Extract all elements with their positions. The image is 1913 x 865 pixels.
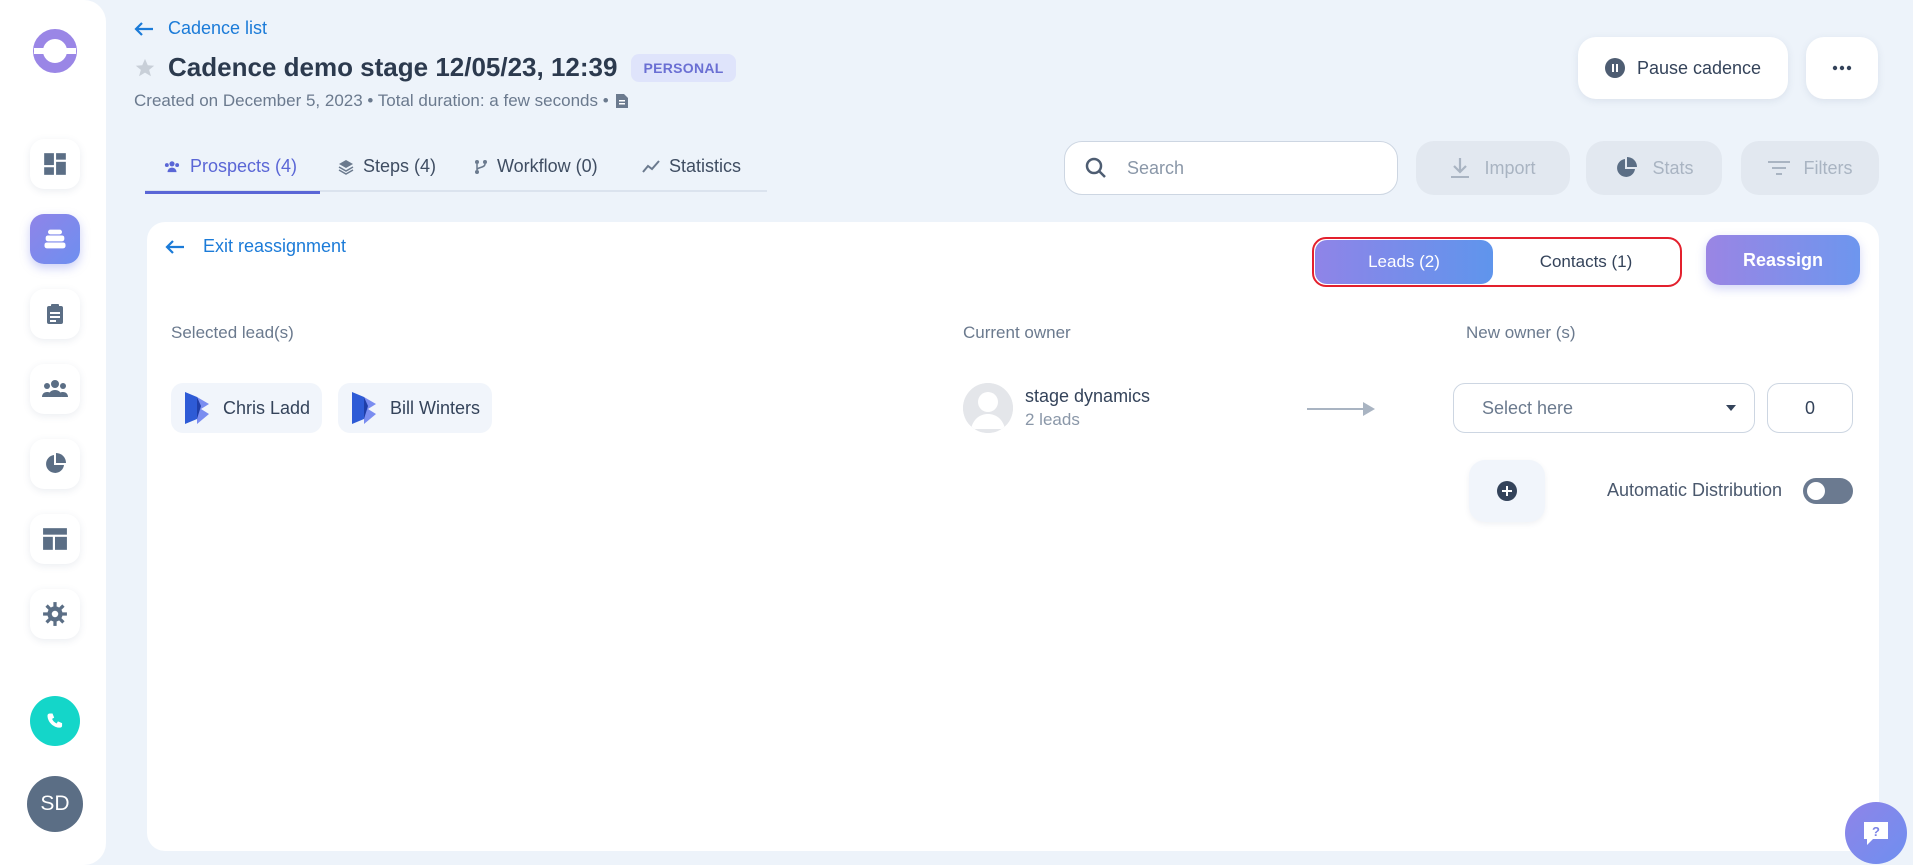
cadence-meta-text: Created on December 5, 2023 • Total dura… [134,91,609,110]
back-to-cadence-list[interactable]: Cadence list [134,18,267,39]
select-placeholder: Select here [1482,397,1574,418]
toggle-contacts[interactable]: Contacts (1) [1493,240,1679,284]
star-icon[interactable] [134,57,156,79]
tab-steps-label: Steps (4) [363,156,437,176]
tab-statistics-label: Statistics [669,156,742,176]
search-icon [1085,157,1106,178]
automatic-distribution-label: Automatic Distribution [1607,480,1783,500]
pause-cadence-label: Pause cadence [1636,57,1762,78]
chart-line-icon [642,160,660,173]
exit-reassignment-label: Exit reassignment [203,236,347,256]
layers-icon [338,160,354,175]
app-logo-icon[interactable] [30,26,80,76]
dashboard-icon[interactable] [30,139,80,189]
team-icon[interactable] [30,364,80,414]
current-owner-heading: Current owner [963,323,1071,342]
filters-button[interactable]: Filters [1741,141,1879,195]
layout-template-icon[interactable] [30,514,80,564]
tab-statistics[interactable]: Statistics [642,152,741,192]
stats-button[interactable]: Stats [1586,141,1722,195]
current-owner-name: stage dynamics [1025,386,1151,406]
arrow-left-icon [134,21,153,36]
phone-icon[interactable] [30,696,80,746]
more-options-button[interactable] [1806,37,1878,99]
plus-circle-icon [1497,481,1517,501]
dynamics-logo-icon [352,392,376,424]
back-link-label: Cadence list [168,18,268,38]
lead-chip[interactable]: Chris Ladd [171,383,323,433]
page-title: Cadence demo stage 12/05/23, 12:39 [168,52,618,82]
arrow-left-icon [165,239,184,254]
import-button[interactable]: Import [1416,141,1570,195]
workflow-icon [475,160,487,174]
lead-name: Bill Winters [390,397,481,418]
title-row: Cadence demo stage 12/05/23, 12:39 PERSO… [134,52,736,83]
download-icon [1451,158,1470,178]
settings-gear-icon[interactable] [30,589,80,639]
pause-icon [1604,58,1625,78]
current-owner-avatar [963,383,1013,433]
cadence-subtitle: Created on December 5, 2023 • Total dura… [134,91,629,111]
filters-label: Filters [1803,157,1853,178]
people-icon [164,161,180,173]
pause-cadence-button[interactable]: Pause cadence [1578,37,1788,99]
user-avatar[interactable]: SD [27,776,83,832]
new-owner-select[interactable]: Select here [1453,383,1755,433]
add-owner-button[interactable] [1469,460,1545,522]
cadence-stack-icon[interactable] [30,214,80,264]
help-bubble-icon: ? [1864,822,1888,845]
pie-chart-icon [1617,157,1638,177]
caret-down-icon [1726,405,1736,411]
tab-workflow[interactable]: Workflow (0) [474,152,598,192]
toggle-leads[interactable]: Leads (2) [1315,240,1493,284]
clipboard-icon[interactable] [30,289,80,339]
lead-name: Chris Ladd [223,397,311,418]
current-owner-lead-count: 2 leads [1025,410,1080,429]
sidebar: SD [0,0,106,865]
lead-chip[interactable]: Bill Winters [338,383,493,433]
search-box[interactable] [1064,141,1398,195]
document-icon[interactable] [615,93,629,109]
more-dots-icon [1832,65,1852,71]
owner-quantity-input[interactable]: 0 [1767,383,1853,433]
stats-label: Stats [1652,157,1694,178]
import-label: Import [1484,157,1536,178]
personal-badge: PERSONAL [631,53,736,82]
tab-prospects[interactable]: Prospects (4) [145,152,320,194]
tab-workflow-label: Workflow (0) [497,156,598,176]
reassign-button[interactable]: Reassign [1706,235,1860,285]
new-owner-heading: New owner (s) [1466,323,1576,342]
selected-leads-heading: Selected lead(s) [171,323,294,342]
pie-chart-icon[interactable] [30,439,80,489]
dynamics-logo-icon [185,392,209,424]
arrow-right-icon [1307,402,1375,416]
reassignment-panel: Exit reassignment Leads (2) Contacts (1)… [147,222,1879,851]
help-chat-button[interactable]: ? [1845,802,1907,864]
exit-reassignment-link[interactable]: Exit reassignment [165,236,346,257]
filter-icon [1767,161,1790,175]
svg-text:?: ? [1872,824,1880,839]
cadence-tabs: Prospects (4) Steps (4) Workflow (0) Sta… [145,152,767,194]
tab-prospects-label: Prospects (4) [190,156,298,176]
search-input[interactable] [1127,157,1347,179]
tab-steps[interactable]: Steps (4) [338,152,436,192]
leads-contacts-toggle: Leads (2) Contacts (1) [1312,237,1682,287]
automatic-distribution-toggle[interactable] [1803,478,1853,504]
